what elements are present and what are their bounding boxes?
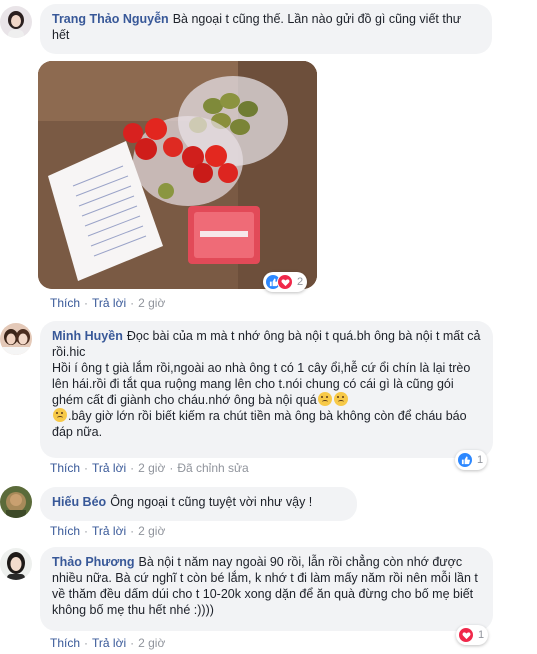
like-link[interactable]: Thích bbox=[50, 636, 80, 650]
separator: · bbox=[84, 524, 89, 538]
timestamp[interactable]: 2 giờ bbox=[138, 296, 165, 310]
reply-link[interactable]: Trả lời bbox=[92, 296, 126, 310]
sad-emoji-icon bbox=[317, 392, 332, 406]
comment-bubble: Trang Thảo Nguyễn Bà ngoại t cũng thế. Lầ… bbox=[40, 4, 492, 54]
timestamp[interactable]: 2 giờ bbox=[138, 636, 165, 650]
separator: · bbox=[130, 296, 135, 310]
avatar[interactable] bbox=[0, 548, 32, 580]
timestamp[interactable]: 2 giờ bbox=[138, 461, 165, 475]
reaction-count: 2 bbox=[297, 276, 304, 288]
reaction-count: 1 bbox=[478, 629, 485, 641]
reply-link[interactable]: Trả lời bbox=[92, 636, 126, 650]
love-icon bbox=[458, 627, 474, 643]
comment-actions: Thích · Trả lời · 2 giờ bbox=[50, 636, 165, 650]
separator: · bbox=[84, 636, 89, 650]
sad-emoji-icon bbox=[333, 392, 348, 406]
comment-text: .bây giờ lớn rồi biết kiếm ra chút tiền … bbox=[52, 409, 467, 439]
separator: · bbox=[130, 524, 135, 538]
comment-actions: Thích · Trả lời · 2 giờ bbox=[50, 524, 165, 538]
avatar-photo-icon bbox=[0, 486, 32, 518]
avatar[interactable] bbox=[0, 6, 32, 38]
sad-emoji-icon bbox=[53, 408, 67, 422]
like-link[interactable]: Thích bbox=[50, 524, 80, 538]
separator: · bbox=[169, 461, 174, 475]
comment-author[interactable]: Minh Huyền bbox=[52, 329, 123, 343]
reaction-summary[interactable]: 1 bbox=[456, 625, 489, 645]
comment-bubble: Minh Huyền Đọc bài của m mà t nhớ ông bà … bbox=[40, 321, 493, 458]
like-icon bbox=[457, 452, 473, 468]
avatar-photo-icon bbox=[0, 323, 32, 355]
separator: · bbox=[84, 461, 89, 475]
like-link[interactable]: Thích bbox=[50, 296, 80, 310]
comment-text: Ông ngoại t cũng tuyệt vời như vậy ! bbox=[110, 495, 313, 509]
avatar-photo-icon bbox=[0, 6, 32, 38]
avatar[interactable] bbox=[0, 323, 32, 355]
comment-author[interactable]: Trang Thảo Nguyễn bbox=[52, 12, 169, 26]
separator: · bbox=[130, 636, 135, 650]
comment-bubble: Hiếu Béo Ông ngoại t cũng tuyệt vời như v… bbox=[40, 487, 357, 521]
like-link[interactable]: Thích bbox=[50, 461, 80, 475]
photo-image bbox=[38, 61, 317, 289]
reaction-summary[interactable]: 1 bbox=[455, 450, 488, 470]
comment-bubble: Thảo Phương Bà nội t năm nay ngoài 90 rồi… bbox=[40, 547, 493, 631]
reaction-summary[interactable]: 2 bbox=[263, 272, 308, 292]
reply-link[interactable]: Trả lời bbox=[92, 461, 126, 475]
separator: · bbox=[84, 296, 89, 310]
comment-text: Hồi í ông t già lắm rồi,ngoài ao nhà ông… bbox=[52, 361, 471, 407]
attached-photo[interactable] bbox=[38, 61, 317, 289]
comment-actions: Thích · Trả lời · 2 giờ · Đã chỉnh sửa bbox=[50, 461, 249, 475]
avatar-photo-icon bbox=[0, 548, 32, 580]
reaction-count: 1 bbox=[477, 454, 484, 466]
comment-author[interactable]: Thảo Phương bbox=[52, 555, 135, 569]
love-icon bbox=[277, 274, 293, 290]
comment-actions: Thích · Trả lời · 2 giờ bbox=[50, 296, 165, 310]
separator: · bbox=[130, 461, 135, 475]
comment-author[interactable]: Hiếu Béo bbox=[52, 495, 106, 509]
edited-label[interactable]: Đã chỉnh sửa bbox=[177, 461, 248, 475]
reply-link[interactable]: Trả lời bbox=[92, 524, 126, 538]
timestamp[interactable]: 2 giờ bbox=[138, 524, 165, 538]
avatar[interactable] bbox=[0, 486, 32, 518]
